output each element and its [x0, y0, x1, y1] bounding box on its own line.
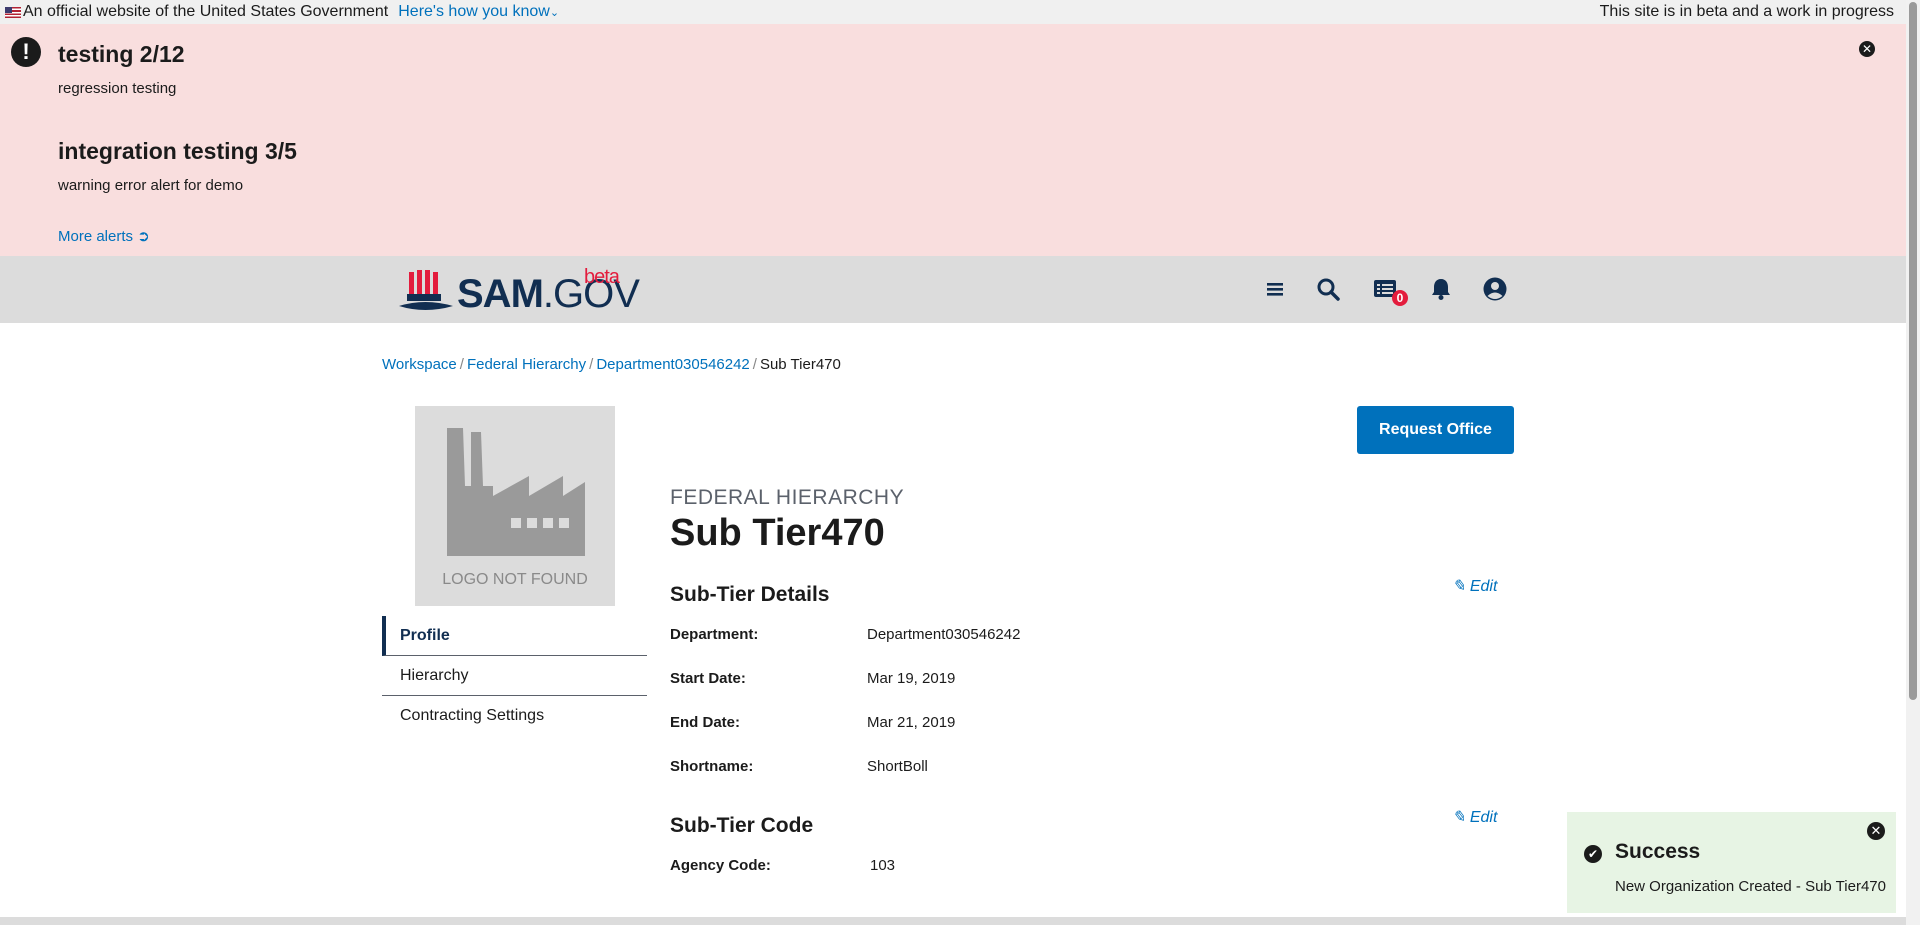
- request-office-button[interactable]: Request Office: [1357, 406, 1514, 454]
- pencil-icon: ✎: [1452, 809, 1466, 826]
- organization-logo-placeholder: LOGO NOT FOUND: [415, 406, 615, 606]
- footer-edge: [0, 917, 1906, 925]
- check-circle-icon: ✔: [1584, 845, 1602, 863]
- arrow-circle-right-icon: ➲: [137, 228, 150, 245]
- success-toast: ✔ Success New Organization Created - Sub…: [1567, 812, 1896, 913]
- page-eyebrow: FEDERAL HIERARCHY: [670, 486, 905, 509]
- user-account-icon[interactable]: [1482, 276, 1508, 302]
- chevron-down-icon: ⌄: [549, 7, 560, 19]
- field-label: End Date:: [670, 714, 741, 731]
- field-value: 103: [870, 857, 896, 874]
- close-toast-icon[interactable]: ✕: [1867, 822, 1885, 840]
- more-alerts-link[interactable]: More alerts ➲: [58, 227, 150, 245]
- breadcrumb-federal-hierarchy[interactable]: Federal Hierarchy: [467, 356, 586, 373]
- search-icon[interactable]: [1315, 276, 1341, 302]
- scrollbar-thumb[interactable]: [1909, 2, 1917, 700]
- field-value: Mar 19, 2019: [867, 670, 956, 687]
- breadcrumb-workspace[interactable]: Workspace: [382, 356, 457, 373]
- sidenav-item-hierarchy[interactable]: Hierarchy: [382, 656, 647, 696]
- field-label: Agency Code:: [670, 857, 771, 874]
- pencil-icon: ✎: [1452, 578, 1466, 595]
- site-header: SAM.GOV beta 0: [0, 256, 1906, 323]
- close-alerts-icon[interactable]: ✕: [1859, 41, 1875, 57]
- menu-icon[interactable]: [1262, 276, 1288, 302]
- breadcrumb-current: Sub Tier470: [759, 356, 841, 373]
- subtier-code-heading: Sub-Tier Code: [670, 814, 814, 837]
- logo-text: SAM.GOV beta: [457, 266, 640, 316]
- toast-message: New Organization Created - Sub Tier470: [1615, 878, 1886, 895]
- official-site-text: An official website of the United States…: [23, 3, 389, 20]
- page-title: Sub Tier470: [670, 512, 885, 554]
- sidenav-item-contracting-settings[interactable]: Contracting Settings: [382, 696, 647, 736]
- us-flag-icon: [5, 6, 21, 18]
- alert-region: ! ✕ testing 2/12 regression testing inte…: [0, 24, 1906, 256]
- edit-subtier-code-link[interactable]: ✎ Edit: [1452, 807, 1497, 827]
- scrollbar[interactable]: [1906, 0, 1920, 925]
- gov-banner: An official website of the United States…: [0, 0, 1906, 24]
- edit-subtier-details-link[interactable]: ✎ Edit: [1452, 576, 1497, 596]
- breadcrumb-department[interactable]: Department030546242: [596, 356, 749, 373]
- exclamation-icon: !: [11, 37, 41, 67]
- notification-badge: 0: [1392, 290, 1408, 306]
- field-label: Start Date:: [670, 670, 746, 687]
- subtier-details-heading: Sub-Tier Details: [670, 583, 830, 606]
- field-value: Department030546242: [867, 626, 1021, 643]
- beta-note: This site is in beta and a work in progr…: [1599, 3, 1894, 20]
- field-label: Department:: [670, 626, 759, 643]
- howto-link[interactable]: Here's how you know⌄: [398, 3, 559, 21]
- messages-button[interactable]: 0: [1372, 276, 1408, 306]
- alert-body: warning error alert for demo: [58, 177, 244, 194]
- field-value: ShortBoll: [867, 758, 928, 775]
- uncle-sam-hat-icon: [399, 269, 453, 310]
- sidenav-item-profile[interactable]: Profile: [382, 616, 647, 656]
- logo-not-found-text: LOGO NOT FOUND: [442, 571, 588, 588]
- factory-icon: [447, 428, 585, 556]
- field-label: Shortname:: [670, 758, 754, 775]
- field-value: Mar 21, 2019: [867, 714, 956, 731]
- toast-title: Success: [1615, 840, 1701, 863]
- alert-body: regression testing: [58, 80, 177, 97]
- bell-icon[interactable]: [1428, 276, 1454, 302]
- sam-logo[interactable]: SAM.GOV beta: [397, 264, 640, 317]
- breadcrumb: Workspace / Federal Hierarchy / Department03…: [382, 356, 841, 373]
- side-navigation: Profile Hierarchy Contracting Settings: [382, 616, 647, 736]
- alert-title: testing 2/12: [58, 41, 185, 67]
- alert-title: integration testing 3/5: [58, 138, 297, 164]
